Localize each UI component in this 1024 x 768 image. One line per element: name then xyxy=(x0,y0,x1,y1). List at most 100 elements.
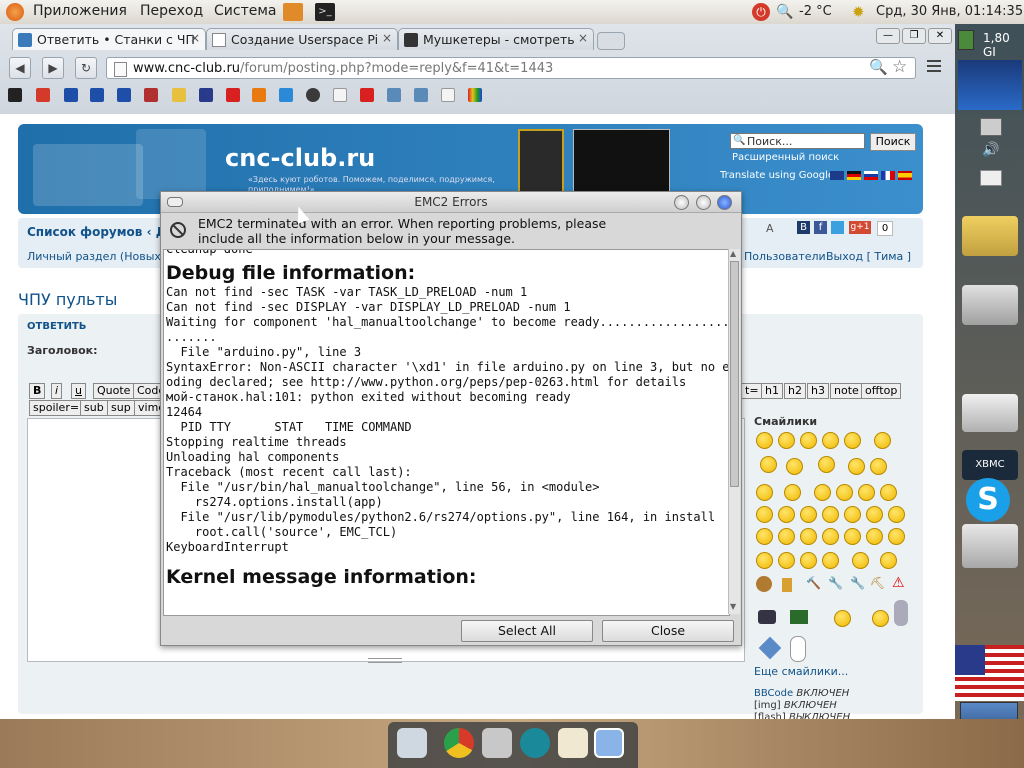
smiley-icon[interactable] xyxy=(756,432,773,449)
personal-section-link[interactable]: Личный раздел (Новых xyxy=(27,250,161,263)
scroll-up-arrow-icon[interactable]: ▲ xyxy=(730,249,736,258)
drafting-app-icon[interactable] xyxy=(962,216,1018,256)
bbcode-tag-button[interactable]: t= xyxy=(741,383,763,399)
window-icon[interactable] xyxy=(594,728,624,758)
smiley-icon[interactable] xyxy=(836,484,853,501)
reply-tab[interactable]: ОТВЕТИТЬ xyxy=(27,321,86,332)
bbcode-quote-button[interactable]: Quote xyxy=(93,383,135,399)
back-button[interactable]: ◀ xyxy=(9,57,31,79)
disk-usage-icon[interactable] xyxy=(958,30,974,50)
mail-icon[interactable] xyxy=(980,170,1002,186)
select-all-button[interactable]: Select All xyxy=(461,620,593,642)
smiley-icon[interactable] xyxy=(756,552,773,569)
flag-uk-icon[interactable] xyxy=(830,171,844,180)
twitter-share-icon[interactable] xyxy=(831,221,844,234)
smiley-icon[interactable] xyxy=(800,528,817,545)
smiley-icon[interactable] xyxy=(822,528,839,545)
xbmc-icon[interactable]: XBMC xyxy=(962,450,1018,480)
flag-es-icon[interactable] xyxy=(898,171,912,180)
vk-share-icon[interactable]: B xyxy=(797,221,810,234)
smiley-icon[interactable] xyxy=(848,458,865,475)
power-icon[interactable]: ⏻ xyxy=(752,3,770,21)
window-menu-icon[interactable] xyxy=(167,197,183,207)
smiley-icon[interactable] xyxy=(778,552,795,569)
menu-applications[interactable]: Приложения xyxy=(33,3,127,19)
bbcode-note-button[interactable]: note xyxy=(830,383,863,399)
smiley-icon[interactable] xyxy=(872,610,889,627)
search-button[interactable]: Поиск xyxy=(870,133,916,151)
google-plus-share-icon[interactable]: g+1 xyxy=(849,221,871,234)
smiley-icon[interactable] xyxy=(880,552,897,569)
bbcode-offtop-button[interactable]: offtop xyxy=(861,383,902,399)
bbcode-sub-button[interactable]: sub xyxy=(80,400,108,416)
smiley-icon[interactable] xyxy=(778,506,795,523)
skype-icon[interactable]: S xyxy=(966,478,1010,522)
logout-link[interactable]: Выход [ Тима ] xyxy=(826,250,911,263)
dock-launcher-icon[interactable] xyxy=(397,728,427,758)
bookmark-translate-icon[interactable] xyxy=(279,88,293,102)
bbcode-spoiler-button[interactable]: spoiler= xyxy=(29,400,84,416)
menu-places[interactable]: Переход xyxy=(140,3,203,19)
smiley-icon[interactable] xyxy=(778,432,795,449)
search-icon[interactable]: 🔍 xyxy=(776,4,793,20)
smiley-icon[interactable] xyxy=(800,506,817,523)
smiley-icon[interactable] xyxy=(874,432,891,449)
bookmark-page2-icon[interactable] xyxy=(441,88,455,102)
close-tab-icon[interactable]: × xyxy=(382,31,392,45)
us-flag-icon[interactable] xyxy=(955,645,1024,701)
weather-temperature[interactable]: -2 °C xyxy=(799,4,832,19)
smiley-icon[interactable] xyxy=(888,506,905,523)
scroll-thumb[interactable] xyxy=(730,261,739,487)
smiley-icon[interactable] xyxy=(870,458,887,475)
bookmark-fh-icon[interactable] xyxy=(36,88,50,102)
bookmark-h2-icon[interactable] xyxy=(414,88,428,102)
smiley-icon[interactable] xyxy=(822,552,839,569)
reload-button[interactable]: ↻ xyxy=(75,57,97,79)
flag-fr-icon[interactable] xyxy=(881,171,895,180)
ubuntu-logo-icon[interactable] xyxy=(6,3,24,21)
error-log-textview[interactable]: Cleanup done Debug file information: Can… xyxy=(163,249,730,616)
smiley-icon[interactable] xyxy=(756,506,773,523)
forum-index-link[interactable]: Список форумов ‹ Де xyxy=(27,225,175,239)
files-icon[interactable] xyxy=(482,728,512,758)
hammer-icon[interactable]: 🔨 xyxy=(806,576,821,590)
close-window-button[interactable]: ✕ xyxy=(928,28,952,44)
bbcode-bold-button[interactable]: B xyxy=(29,383,46,399)
menu-icon[interactable] xyxy=(927,60,941,72)
bookmark-pencil-icon[interactable] xyxy=(172,88,186,102)
smiley-icon[interactable] xyxy=(834,610,851,627)
network-icon[interactable] xyxy=(980,118,1002,136)
minimize-window-button[interactable]: — xyxy=(876,28,900,44)
beer-icon[interactable] xyxy=(782,578,792,592)
maximize-window-button[interactable]: ❐ xyxy=(902,28,926,44)
flag-ru-icon[interactable] xyxy=(864,171,878,180)
monkey-smiley-icon[interactable] xyxy=(756,576,772,592)
dialog-minimize-icon[interactable] xyxy=(674,195,689,210)
cnc-app-icon[interactable] xyxy=(962,285,1018,325)
bookmark-film-icon[interactable] xyxy=(8,88,22,102)
clock[interactable]: Срд, 30 Янв, 01:14:35 xyxy=(876,4,1023,19)
dashboard-icon[interactable] xyxy=(962,524,1018,568)
toolbox-launcher-icon[interactable] xyxy=(283,3,303,21)
smiley-icon[interactable] xyxy=(822,432,839,449)
smiley-icon[interactable] xyxy=(880,484,897,501)
site-name[interactable]: cnc-club.ru xyxy=(225,144,375,172)
address-bar[interactable]: www.cnc-club.ru/forum/posting.php?mode=r… xyxy=(106,57,916,79)
pickaxe-icon[interactable]: ⛏ xyxy=(870,576,885,590)
smiley-icon[interactable] xyxy=(822,506,839,523)
forward-button[interactable]: ▶ xyxy=(42,57,64,79)
bookmark-p1-icon[interactable] xyxy=(64,88,78,102)
close-tab-icon[interactable]: × xyxy=(578,31,588,45)
advanced-search-link[interactable]: Расширенный поиск xyxy=(732,152,839,163)
bookmark-p2-icon[interactable] xyxy=(90,88,104,102)
bookmark-h1-icon[interactable] xyxy=(387,88,401,102)
close-tab-icon[interactable]: × xyxy=(190,31,200,45)
circuit-board-icon[interactable] xyxy=(790,610,808,624)
bookmark-star-icon[interactable]: ☆ xyxy=(892,57,907,77)
drive-icon[interactable] xyxy=(962,394,1018,432)
drill-icon[interactable] xyxy=(758,636,782,660)
dialog-title-bar[interactable]: EMC2 Errors xyxy=(161,192,741,213)
smiley-icon[interactable] xyxy=(844,506,861,523)
dialog-maximize-icon[interactable] xyxy=(696,195,711,210)
tab-musketeers[interactable]: Мушкетеры - смотреть × xyxy=(398,28,594,50)
